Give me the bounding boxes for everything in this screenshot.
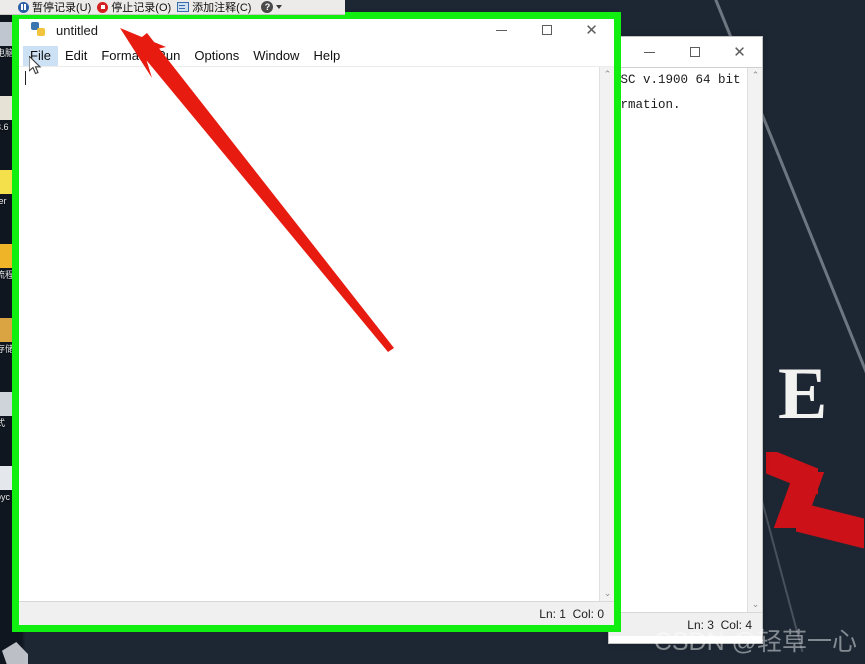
desktop-icon-label: pyc [0, 492, 11, 502]
scroll-up-icon[interactable]: ⌃ [600, 67, 614, 82]
scroll-down-icon[interactable]: ⌄ [600, 586, 614, 601]
editor-menubar: File Edit Format Run Options Window Help [19, 45, 614, 67]
storage-icon [0, 318, 18, 342]
menu-item-format[interactable]: Format [94, 46, 149, 66]
idle-editor-window[interactable]: untitled ✕ File Edit Format Run Options … [18, 14, 615, 626]
computer-icon [0, 22, 18, 46]
editor-statusbar: Ln: 1 Col: 0 [19, 601, 614, 625]
shell-vertical-scrollbar[interactable]: ⌃ ⌄ [747, 68, 762, 612]
pause-record-icon [18, 1, 29, 13]
shell-line: MSC v.1900 64 bit [613, 73, 741, 87]
shell-output-area[interactable]: MSC v.1900 64 bit ormation. ⌃ ⌄ [609, 67, 762, 612]
editor-line-col-indicator: Ln: 1 Col: 0 [539, 606, 604, 621]
csdn-watermark: CSDN @轻草一心 [653, 628, 857, 656]
shell-close-button[interactable]: ✕ [717, 37, 762, 67]
stop-record-icon [97, 1, 109, 13]
desktop-icon-label: 式 [0, 418, 6, 428]
menu-item-window[interactable]: Window [246, 46, 306, 66]
pyc-file-icon [0, 466, 18, 490]
editor-minimize-button[interactable] [479, 15, 524, 45]
text-caret [25, 71, 26, 85]
wallpaper-letters: E S [778, 353, 865, 435]
help-menu-button[interactable]: ? [261, 1, 283, 13]
desktop-icon-label: 流程 [0, 270, 15, 280]
shell-line: ormation. [613, 98, 681, 112]
python-idle-icon [31, 22, 47, 38]
add-comment-label: 添加注释(C) [192, 2, 252, 14]
folder-icon [0, 170, 18, 194]
screen: E S 电脑 3.6 ter 流程 存储理 式 [0, 0, 865, 664]
wallpaper-red-graphic [766, 452, 865, 550]
scroll-up-icon[interactable]: ⌃ [748, 68, 762, 83]
screen-recorder-toolbar[interactable]: 暂停记录(U) 停止记录(O) 添加注释(C) ? [0, 0, 345, 15]
scroll-down-icon[interactable]: ⌄ [748, 597, 762, 612]
editor-titlebar[interactable]: untitled ✕ [19, 15, 614, 45]
chevron-down-icon [276, 5, 283, 9]
mouse-cursor [29, 56, 42, 75]
desktop-icon-label: 电脑 [0, 48, 15, 58]
shell-maximize-button[interactable] [672, 37, 717, 67]
menu-item-run[interactable]: Run [150, 46, 188, 66]
help-icon: ? [261, 1, 274, 13]
shell-window-controls: ✕ [627, 37, 762, 67]
editor-vertical-scrollbar[interactable]: ⌃ ⌄ [599, 67, 614, 601]
add-comment-icon [177, 2, 190, 12]
python-version-icon [0, 96, 18, 120]
editor-close-button[interactable]: ✕ [569, 15, 614, 45]
pause-record-button[interactable]: 暂停记录(U) [18, 0, 92, 14]
app-icon [0, 392, 18, 416]
menu-item-edit[interactable]: Edit [58, 46, 94, 66]
stop-record-button[interactable]: 停止记录(O) [97, 0, 172, 14]
desktop-icon-label: 3.6 [0, 122, 9, 132]
editor-title: untitled [56, 22, 98, 38]
stop-record-label: 停止记录(O) [111, 2, 172, 14]
desktop-icon-label: ter [0, 196, 7, 206]
pause-record-label: 暂停记录(U) [32, 2, 92, 14]
python-shell-window[interactable]: ✕ MSC v.1900 64 bit ormation. ⌃ ⌄ Ln: 3 … [608, 36, 763, 644]
workflow-icon [0, 244, 18, 268]
editor-maximize-button[interactable] [524, 15, 569, 45]
menu-item-options[interactable]: Options [187, 46, 246, 66]
editor-window-controls: ✕ [479, 15, 614, 45]
add-comment-button[interactable]: 添加注释(C) [177, 0, 252, 14]
menu-item-help[interactable]: Help [306, 46, 347, 66]
shell-minimize-button[interactable] [627, 37, 672, 67]
shell-titlebar[interactable]: ✕ [609, 37, 762, 67]
desktop-icon-label: 存储理 [0, 344, 20, 354]
editor-text-area[interactable]: ⌃ ⌄ [19, 67, 614, 601]
